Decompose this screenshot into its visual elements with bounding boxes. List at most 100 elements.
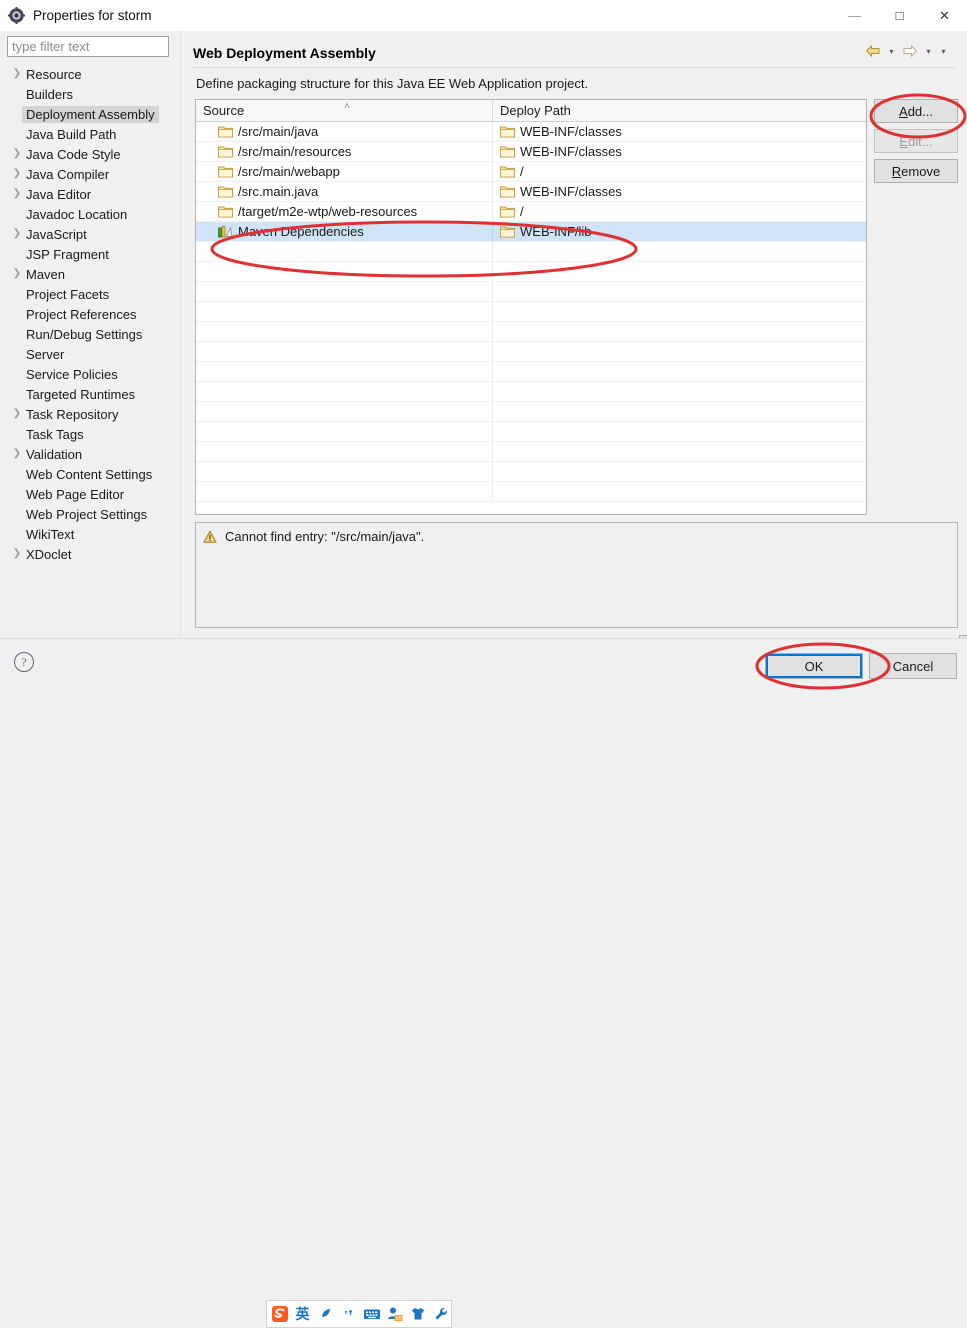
- page-header: Web Deployment Assembly ▾ ▾ ▾: [193, 39, 955, 67]
- sidebar-item-builders[interactable]: ❯Builders: [0, 84, 181, 104]
- table-body[interactable]: /src/main/java WEB-INF/classes/src/main/r…: [196, 121, 866, 502]
- column-header-source[interactable]: Source ˄: [196, 100, 493, 121]
- folder-icon: [500, 145, 515, 158]
- table-empty-row: [196, 442, 866, 462]
- cancel-button[interactable]: Cancel: [869, 653, 957, 679]
- close-button[interactable]: ✕: [922, 0, 967, 31]
- ok-button[interactable]: OK: [765, 653, 863, 679]
- sidebar-item-java-editor[interactable]: ❯ Java Editor: [0, 184, 181, 204]
- sidebar-item-service-policies[interactable]: ❯Service Policies: [0, 364, 181, 384]
- sidebar-item-project-facets[interactable]: ❯Project Facets: [0, 284, 181, 304]
- table-empty-row: [196, 302, 866, 322]
- sidebar-item-xdoclet[interactable]: ❯ XDoclet: [0, 544, 181, 564]
- chevron-right-icon[interactable]: ❯: [10, 144, 24, 164]
- table-empty-row: [196, 322, 866, 342]
- page-menu-caret-icon[interactable]: ▾: [937, 41, 950, 61]
- sidebar-item-java-code-style[interactable]: ❯ Java Code Style: [0, 144, 181, 164]
- chevron-right-icon[interactable]: ❯: [10, 544, 24, 564]
- table-row[interactable]: /src/main/resources WEB-INF/classes: [196, 141, 866, 162]
- sidebar-item-run-debug-settings[interactable]: ❯Run/Debug Settings: [0, 324, 181, 344]
- chevron-right-icon[interactable]: ❯: [10, 224, 24, 244]
- sidebar-item-web-project-settings[interactable]: ❯Web Project Settings: [0, 504, 181, 524]
- sidebar-item-task-repository[interactable]: ❯ Task Repository: [0, 404, 181, 424]
- back-history-caret-icon[interactable]: ▾: [885, 41, 898, 61]
- moon-icon[interactable]: [316, 1303, 335, 1325]
- minimize-button[interactable]: —: [832, 0, 877, 31]
- table-row[interactable]: /src/main/java WEB-INF/classes: [196, 121, 866, 142]
- sidebar-item-wikitext[interactable]: ❯WikiText: [0, 524, 181, 544]
- sidebar-item-resource[interactable]: ❯ Resource: [0, 64, 181, 84]
- chevron-right-icon[interactable]: ❯: [10, 404, 24, 424]
- sidebar-item-javadoc-location[interactable]: ❯Javadoc Location: [0, 204, 181, 224]
- add-button[interactable]: Add...: [874, 99, 958, 123]
- edit-button: Edit...: [874, 129, 958, 153]
- sidebar-item-java-compiler[interactable]: ❯ Java Compiler: [0, 164, 181, 184]
- assembly-table[interactable]: Source ˄ Deploy Path /src/main/java WEB-I…: [195, 99, 867, 515]
- sidebar-item-validation[interactable]: ❯ Validation: [0, 444, 181, 464]
- input-stats-icon[interactable]: 10: [385, 1303, 404, 1325]
- soft-keyboard-icon[interactable]: [362, 1303, 381, 1325]
- chevron-right-icon[interactable]: ❯: [10, 264, 24, 284]
- english-mode-icon[interactable]: 英: [293, 1303, 312, 1325]
- sidebar-item-jsp-fragment[interactable]: ❯JSP Fragment: [0, 244, 181, 264]
- maximize-button[interactable]: □: [877, 0, 922, 31]
- sidebar-item-label: Java Compiler: [26, 166, 110, 182]
- skin-icon[interactable]: [408, 1303, 427, 1325]
- sidebar-item-label: Server: [26, 346, 65, 362]
- remove-button[interactable]: Remove: [874, 159, 958, 183]
- folder-icon: [500, 165, 515, 178]
- chevron-right-icon[interactable]: ❯: [10, 184, 24, 204]
- sidebar-item-deployment-assembly[interactable]: ❯Deployment Assembly: [0, 104, 181, 124]
- table-row[interactable]: /src/main/webapp /: [196, 161, 866, 182]
- cell-source-label: /src/main/java: [238, 124, 319, 139]
- table-row[interactable]: /src.main.java WEB-INF/classes: [196, 181, 866, 202]
- window-title: Properties for storm: [33, 8, 152, 23]
- table-empty-row: [196, 402, 866, 422]
- forward-history-caret-icon[interactable]: ▾: [922, 41, 935, 61]
- sidebar-item-maven[interactable]: ❯ Maven: [0, 264, 181, 284]
- cell-deploy-path-label: /: [520, 204, 524, 219]
- sidebar-item-label: Web Page Editor: [26, 486, 125, 502]
- help-icon[interactable]: ?: [14, 652, 34, 672]
- column-header-deploy-path[interactable]: Deploy Path: [493, 100, 866, 121]
- folder-icon: [218, 205, 233, 218]
- sidebar-item-label: Maven: [26, 266, 66, 282]
- sidebar-item-label: Web Content Settings: [26, 466, 153, 482]
- sidebar-item-label: Targeted Runtimes: [26, 386, 136, 402]
- sidebar-item-label: Run/Debug Settings: [26, 326, 143, 342]
- filter-input[interactable]: [7, 36, 169, 57]
- chevron-right-icon[interactable]: ❯: [10, 444, 24, 464]
- sidebar-item-javascript[interactable]: ❯ JavaScript: [0, 224, 181, 244]
- sidebar-item-label: Java Editor: [26, 186, 92, 202]
- toolbox-wrench-icon[interactable]: [431, 1303, 450, 1325]
- settings-tree[interactable]: ❯Resource❯Builders❯Deployment Assembly❯J…: [0, 64, 181, 624]
- sidebar-item-web-content-settings[interactable]: ❯Web Content Settings: [0, 464, 181, 484]
- table-empty-row: [196, 422, 866, 442]
- folder-icon: [218, 165, 233, 178]
- forward-arrow-icon[interactable]: [900, 41, 920, 61]
- folder-icon: [218, 125, 233, 138]
- punctuation-icon[interactable]: [339, 1303, 358, 1325]
- sidebar-item-web-page-editor[interactable]: ❯Web Page Editor: [0, 484, 181, 504]
- sogou-logo-icon[interactable]: [270, 1303, 289, 1325]
- chevron-right-icon[interactable]: ❯: [10, 164, 24, 184]
- sidebar-item-task-tags[interactable]: ❯Task Tags: [0, 424, 181, 444]
- cell-deploy-path-label: WEB-INF/classes: [520, 124, 622, 139]
- sidebar-item-java-build-path[interactable]: ❯Java Build Path: [0, 124, 181, 144]
- table-empty-row: [196, 462, 866, 482]
- sidebar-item-label: Resource: [26, 66, 82, 82]
- sogou-ime-toolbar[interactable]: 英 10: [266, 1300, 452, 1328]
- back-arrow-icon[interactable]: [863, 41, 883, 61]
- cell-deploy-path: WEB-INF/classes: [493, 122, 866, 142]
- table-row[interactable]: Maven Dependencies WEB-INF/lib: [196, 221, 866, 242]
- table-header-row: Source ˄ Deploy Path: [196, 100, 866, 122]
- dialog-footer: ? 英 10 OK Cancel: [0, 638, 967, 1328]
- message-row: Cannot find entry: "/src/main/java".: [196, 523, 957, 544]
- cell-source: /src/main/java: [196, 121, 493, 142]
- message-panel: Cannot find entry: "/src/main/java".: [195, 522, 958, 628]
- sidebar-item-targeted-runtimes[interactable]: ❯Targeted Runtimes: [0, 384, 181, 404]
- table-row[interactable]: /target/m2e-wtp/web-resources /: [196, 201, 866, 222]
- sidebar-item-server[interactable]: ❯Server: [0, 344, 181, 364]
- sidebar-item-project-references[interactable]: ❯Project References: [0, 304, 181, 324]
- chevron-right-icon[interactable]: ❯: [10, 64, 24, 84]
